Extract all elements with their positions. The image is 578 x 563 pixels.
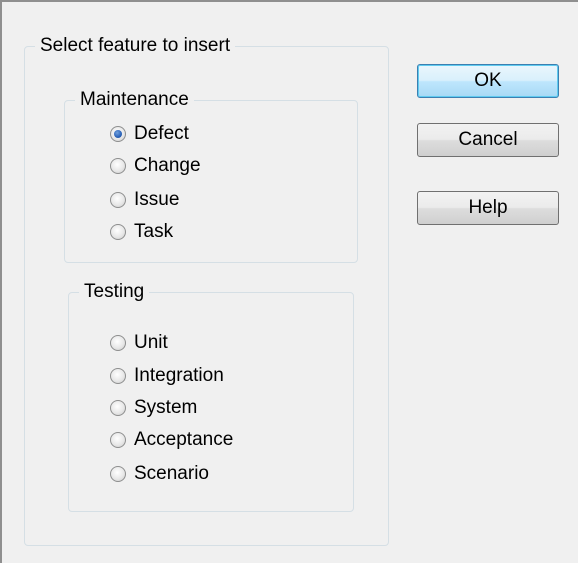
radio-unit-icon[interactable] — [110, 335, 126, 351]
radio-acceptance-label: Acceptance — [134, 429, 234, 450]
radio-unit-label: Unit — [134, 332, 168, 353]
radio-scenario[interactable]: Scenario — [110, 460, 209, 488]
testing-legend: Testing — [79, 280, 150, 304]
radio-system[interactable]: System — [110, 394, 197, 422]
radio-change-icon[interactable] — [110, 158, 126, 174]
radio-issue[interactable]: Issue — [110, 186, 179, 214]
radio-unit[interactable]: Unit — [110, 329, 168, 357]
radio-acceptance[interactable]: Acceptance — [110, 426, 233, 454]
radio-task-label: Task — [134, 221, 174, 242]
radio-system-icon[interactable] — [110, 400, 126, 416]
radio-scenario-label: Scenario — [134, 463, 209, 484]
radio-integration-icon[interactable] — [110, 368, 126, 384]
radio-defect-label: Defect — [134, 123, 189, 144]
help-button[interactable]: Help — [417, 191, 559, 225]
radio-acceptance-icon[interactable] — [110, 432, 126, 448]
radio-issue-label: Issue — [134, 189, 180, 210]
radio-defect-icon[interactable] — [110, 126, 126, 142]
ok-button[interactable]: OK — [417, 64, 559, 98]
radio-scenario-icon[interactable] — [110, 466, 126, 482]
radio-system-label: System — [134, 397, 198, 418]
select-feature-legend: Select feature to insert — [35, 34, 236, 58]
radio-change-label: Change — [134, 155, 201, 176]
maintenance-legend: Maintenance — [75, 88, 194, 112]
cancel-button[interactable]: Cancel — [417, 123, 559, 157]
radio-integration-label: Integration — [134, 365, 224, 386]
radio-integration[interactable]: Integration — [110, 362, 224, 390]
radio-defect[interactable]: Defect — [110, 120, 189, 148]
radio-task-icon[interactable] — [110, 224, 126, 240]
radio-issue-icon[interactable] — [110, 192, 126, 208]
radio-task[interactable]: Task — [110, 218, 173, 246]
radio-change[interactable]: Change — [110, 152, 201, 180]
maintenance-groupbox: Maintenance — [64, 88, 358, 263]
